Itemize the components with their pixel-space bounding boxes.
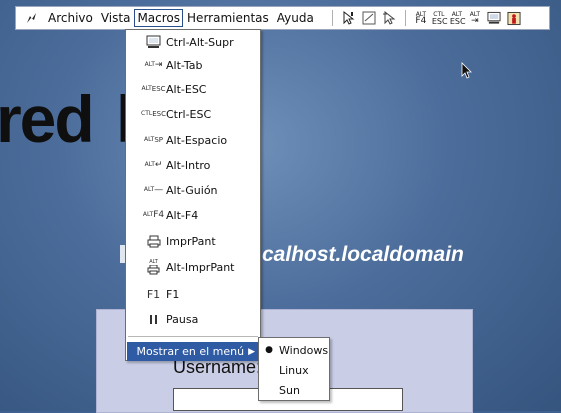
submenu-arrow-icon: ▶: [248, 346, 255, 357]
menu-macros[interactable]: Macros: [134, 9, 184, 27]
cursor-select-icon[interactable]: [382, 11, 396, 25]
alt-tab-icon[interactable]: ALT ⇥: [468, 11, 482, 26]
alt-hyphen-key-icon: ALT —: [143, 185, 164, 195]
alt-enter-key-icon: ALT ↵: [144, 160, 163, 170]
menu-item-alt-espacio[interactable]: ALT SP Alt-Espacio: [126, 129, 260, 151]
submenu-item-windows[interactable]: ● Windows: [259, 340, 329, 360]
ctrl-esc-key-icon: CTL ESC: [141, 110, 166, 118]
alt-f4-key-icon: ALT F4: [142, 210, 165, 220]
menu-item-f1[interactable]: F1 F1: [126, 283, 260, 305]
vnc-toolbar: Archivo Vista Macros Herramientas Ayuda …: [15, 6, 550, 30]
menu-item-ctrl-esc[interactable]: CTL ESC Ctrl-ESC: [126, 103, 260, 125]
alt-esc-icon[interactable]: ALT ESC: [450, 11, 466, 26]
scale-view-icon[interactable]: [362, 11, 376, 25]
menu-item-ctrl-alt-supr[interactable]: Ctrl-Alt-Supr: [126, 31, 260, 53]
menu-item-alt-tab[interactable]: ALT ⇥ Alt-Tab: [126, 54, 260, 76]
toolbar-separator: [331, 10, 333, 26]
menu-archivo[interactable]: Archivo: [44, 9, 97, 27]
keyboard-icon: [146, 35, 161, 50]
pause-icon: [146, 312, 161, 327]
menu-herramientas[interactable]: Herramientas: [183, 9, 273, 27]
alt-space-key-icon: ALT SP: [144, 136, 163, 144]
alt-tab-key-icon: ALT ⇥: [144, 60, 163, 70]
selected-bullet-icon: ●: [265, 345, 273, 355]
ctrl-esc-icon[interactable]: CTL ESC: [432, 11, 448, 26]
toolbar-separator: [404, 10, 406, 26]
menu-ayuda[interactable]: Ayuda: [273, 9, 318, 27]
menu-vista[interactable]: Vista: [97, 9, 135, 27]
viewer-logo-icon[interactable]: [24, 11, 38, 25]
macros-dropdown-menu: Ctrl-Alt-Supr ALT ⇥ Alt-Tab ALT ESC Alt-ES…: [125, 29, 261, 361]
keyboard-icon[interactable]: [487, 11, 501, 25]
menu-item-alt-intro[interactable]: ALT ↵ Alt-Intro: [126, 154, 260, 176]
menu-item-alt-imprpant[interactable]: ALT Alt-ImprPant: [126, 256, 260, 278]
disconnect-icon[interactable]: [507, 11, 521, 25]
mouse-cursor-icon: [461, 62, 472, 79]
submenu-item-linux[interactable]: Linux: [259, 360, 329, 380]
menu-item-imprpant[interactable]: ImprPant: [126, 230, 260, 252]
alt-printer-icon: ALT: [146, 259, 161, 275]
menu-item-alt-esc[interactable]: ALT ESC Alt-ESC: [126, 78, 260, 100]
hostname-text: calhost.localdomain: [262, 243, 464, 266]
menu-item-pausa[interactable]: Pausa: [126, 308, 260, 330]
alt-esc-key-icon: ALT ESC: [141, 85, 166, 93]
f1-text-icon: F1: [146, 287, 161, 301]
alt-f4-icon[interactable]: ALT F4: [414, 11, 428, 26]
brand-wordmark: red: [0, 82, 95, 156]
menu-item-alt-guion[interactable]: ALT — Alt-Guión: [126, 179, 260, 201]
submenu-item-sun[interactable]: Sun: [259, 380, 329, 400]
mostrar-submenu: ● Windows Linux Sun: [258, 337, 330, 401]
menu-item-mostrar-en-el-menu[interactable]: Mostrar en el menú ▶: [127, 342, 259, 361]
menu-item-alt-f4[interactable]: ALT F4 Alt-F4: [126, 204, 260, 226]
pointer-mode-icon[interactable]: [342, 11, 356, 25]
printer-icon: [146, 234, 161, 249]
menu-separator: [128, 336, 258, 337]
